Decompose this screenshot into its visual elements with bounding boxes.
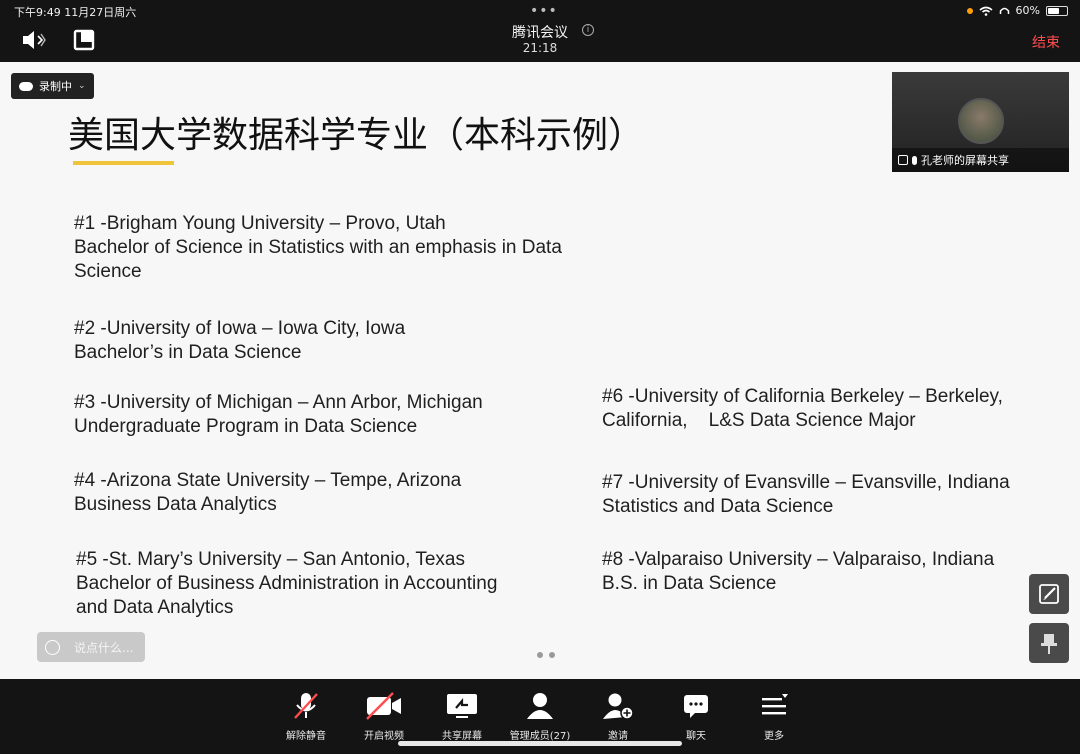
info-icon[interactable]: i [582, 24, 594, 36]
recording-badge[interactable]: 录制中 ⌄ [11, 73, 94, 99]
entry-line: #2 -University of Iowa – Iowa City, Iowa [74, 318, 406, 339]
share-screen-icon [447, 694, 477, 718]
unmute-label: 解除静音 [286, 731, 326, 742]
more-button[interactable]: 更多 [742, 689, 806, 742]
pin-button[interactable] [1029, 623, 1069, 663]
chat-label: 聊天 [686, 731, 706, 742]
battery-percent: 60% [1015, 4, 1040, 17]
entry-line: #6 -University of California Berkeley – … [602, 386, 1003, 407]
video-thumbnail[interactable]: 孔老师的屏幕共享 [892, 72, 1069, 172]
entry-line: California, L&S Data Science Major [602, 410, 916, 431]
headphones-icon [999, 7, 1009, 14]
list-item: #5 -St. Mary’s University – San Antonio,… [76, 548, 497, 620]
multitask-dots-icon[interactable]: ••• [530, 4, 558, 18]
list-item: #4 -Arizona State University – Tempe, Ar… [74, 469, 461, 517]
chat-bubble-icon [684, 695, 708, 718]
entry-line: Undergraduate Program in Data Science [74, 416, 418, 437]
start-video-button[interactable]: 开启视频 [352, 689, 416, 742]
chat-button[interactable]: 聊天 [664, 689, 728, 742]
list-item: #7 -University of Evansville – Evansvill… [602, 471, 1010, 519]
entry-line: Bachelor’s in Data Science [74, 342, 302, 363]
entry-line: #1 -Brigham Young University – Provo, Ut… [74, 213, 446, 234]
chat-placeholder: 说点什么... [74, 640, 134, 655]
meeting-timer: 21:18 [522, 41, 558, 55]
list-item: #2 -University of Iowa – Iowa City, Iowa… [74, 317, 405, 365]
list-item: #1 -Brigham Young University – Provo, Ut… [74, 212, 562, 284]
edit-icon [1039, 584, 1059, 604]
annotate-button[interactable] [1029, 574, 1069, 614]
mic-indicator-icon [966, 7, 973, 14]
invite-button[interactable]: 邀请 [586, 689, 650, 742]
home-indicator[interactable] [398, 741, 682, 746]
more-label: 更多 [764, 731, 784, 742]
video-off-icon [366, 692, 401, 720]
page-indicator[interactable] [537, 652, 555, 658]
pin-icon [1041, 634, 1057, 654]
share-screen-label: 共享屏幕 [442, 731, 482, 742]
entry-line: Bachelor of Science in Statistics with a… [74, 237, 562, 258]
avatar [958, 98, 1004, 144]
start-video-label: 开启视频 [364, 731, 404, 742]
entry-line: B.S. in Data Science [602, 573, 777, 594]
share-screen-button[interactable]: 共享屏幕 [430, 689, 494, 742]
entry-line: #3 -University of Michigan – Ann Arbor, … [74, 392, 483, 413]
chevron-down-icon: ⌄ [78, 81, 86, 91]
entry-line: #7 -University of Evansville – Evansvill… [602, 472, 1010, 493]
entry-line: and Data Analytics [76, 597, 234, 618]
screen-share-icon [898, 155, 908, 165]
entry-line: Science [74, 261, 142, 282]
meeting-top-bar: 腾讯会议 i 21:18 结束 [0, 22, 1080, 62]
manage-members-label: 管理成员(27) [509, 731, 571, 742]
entry-line: #5 -St. Mary’s University – San Antonio,… [76, 549, 465, 570]
recording-label: 录制中 [39, 80, 72, 93]
battery-icon [1046, 5, 1068, 16]
entry-line: Bachelor of Business Administration in A… [76, 573, 498, 594]
meeting-title: 腾讯会议 [512, 25, 568, 41]
mic-icon [912, 155, 917, 165]
unmute-button[interactable]: 解除静音 [274, 689, 338, 742]
status-time: 下午9:49 11月27日周六 [14, 6, 137, 19]
invite-label: 邀请 [608, 731, 628, 742]
end-meeting-button[interactable]: 结束 [1032, 32, 1060, 52]
cloud-icon [19, 81, 33, 91]
entry-line: Business Data Analytics [74, 494, 277, 515]
title-underline [73, 161, 174, 165]
emoji-icon[interactable] [45, 639, 60, 655]
add-user-icon [603, 693, 634, 720]
chat-input[interactable]: 说点什么... [37, 632, 145, 662]
video-label-row: 孔老师的屏幕共享 [892, 148, 1069, 172]
entry-line: #4 -Arizona State University – Tempe, Ar… [74, 470, 462, 491]
list-item: #3 -University of Michigan – Ann Arbor, … [74, 391, 483, 439]
entry-line: #8 -Valparaiso University – Valparaiso, … [602, 549, 995, 570]
more-menu-icon [762, 694, 788, 715]
list-item: #6 -University of California Berkeley – … [602, 385, 1003, 433]
wifi-icon [979, 6, 993, 16]
list-item: #8 -Valparaiso University – Valparaiso, … [602, 548, 994, 596]
video-label: 孔老师的屏幕共享 [921, 154, 1009, 167]
entry-line: Statistics and Data Science [602, 496, 834, 517]
members-icon [527, 693, 553, 719]
status-right: 60% [966, 4, 1068, 17]
status-bar: 下午9:49 11月27日周六 ••• 60% [0, 0, 1080, 22]
manage-members-button[interactable]: 管理成员(27) [508, 689, 572, 742]
mic-muted-icon [294, 693, 318, 719]
slide-title: 美国大学数据科学专业（本科示例） [68, 115, 645, 156]
